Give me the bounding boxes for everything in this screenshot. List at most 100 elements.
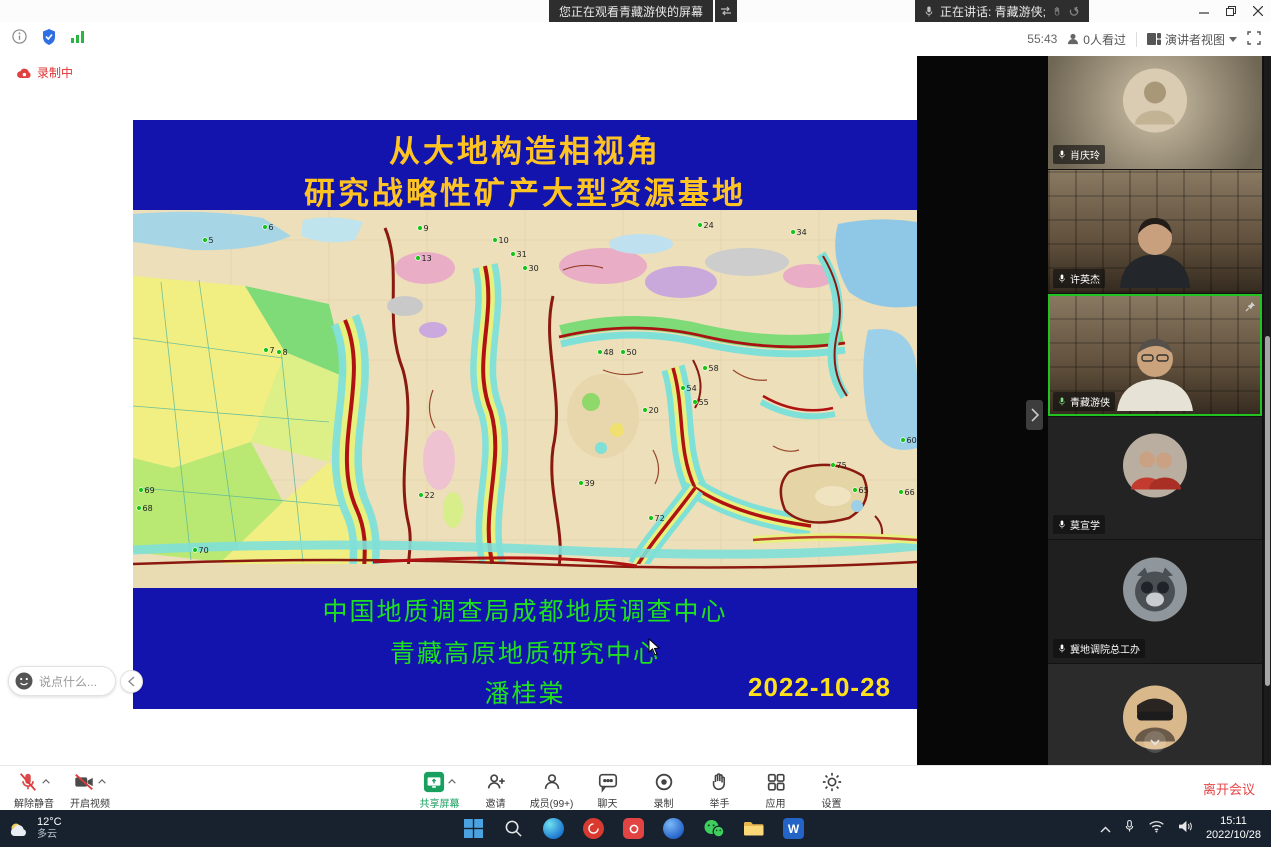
edge-browser-icon[interactable] (542, 817, 565, 840)
recording-cloud-icon (16, 67, 32, 79)
svg-text:69: 69 (145, 486, 155, 495)
chevron-down-icon (1229, 37, 1237, 42)
start-button[interactable] (462, 817, 485, 840)
participant-tile[interactable]: 肖庆玲 (1048, 56, 1262, 169)
taskbar-weather[interactable]: 12°C 多云 (8, 810, 62, 847)
unmute-label: 解除静音 (14, 795, 54, 810)
mic-icon (1058, 643, 1066, 654)
participant-video-figure (1100, 210, 1210, 293)
security-shield-icon[interactable] (42, 29, 56, 50)
participant-name-badge: 肖庆玲 (1053, 145, 1105, 164)
invite-button[interactable]: 邀请 (468, 769, 524, 810)
participant-tile-speaking[interactable]: 青藏游侠 (1048, 294, 1262, 416)
blue-app-icon[interactable] (662, 817, 685, 840)
emoji-icon (15, 672, 33, 690)
switch-screen-icon[interactable] (715, 0, 737, 22)
weather-desc: 多云 (37, 829, 62, 841)
slide-title-line2: 研究战略性矿产大型资源基地 (133, 168, 917, 213)
red-app-icon[interactable] (622, 817, 645, 840)
close-button[interactable] (1244, 0, 1271, 22)
svg-text:20: 20 (649, 406, 659, 415)
mic-icon (1058, 273, 1066, 284)
shared-screen-area: 录制中 从大地构造相视角 研究战略性矿产大型资源基地 (0, 56, 1048, 765)
info-icon[interactable] (12, 29, 27, 49)
participant-tile[interactable]: 莫宣学 (1048, 417, 1262, 539)
clock-date: 2022/10/28 (1206, 829, 1261, 843)
record-button[interactable]: 录制 (636, 769, 692, 810)
network-signal-icon[interactable] (71, 30, 85, 48)
svg-text:48: 48 (604, 348, 614, 357)
raise-hand-label: 举手 (710, 795, 730, 810)
participant-name: 许英杰 (1070, 271, 1100, 286)
view-mode-selector[interactable]: 演讲者视图 (1147, 31, 1237, 48)
leave-meeting-button[interactable]: 离开会议 (1203, 766, 1255, 811)
share-screen-button[interactable]: 共享屏幕 (412, 769, 468, 810)
taskbar-clock[interactable]: 15:11 2022/10/28 (1206, 815, 1261, 843)
tray-wifi-icon[interactable] (1148, 819, 1165, 838)
gear-icon (821, 771, 843, 793)
viewers-count-label: 0人看过 (1083, 31, 1126, 48)
svg-text:65: 65 (859, 486, 869, 495)
settings-button[interactable]: 设置 (804, 769, 860, 810)
scroll-more-button[interactable] (1144, 731, 1166, 753)
chat-collapse-button[interactable] (120, 670, 143, 693)
world-tectonic-map: 5691024341331307848505854552039226968707… (133, 210, 917, 588)
netease-music-icon[interactable] (582, 817, 605, 840)
pin-icon[interactable] (1245, 299, 1256, 317)
restore-button[interactable] (1217, 0, 1244, 22)
svg-text:24: 24 (704, 221, 714, 230)
svg-text:75: 75 (837, 461, 847, 470)
person-icon (1067, 33, 1079, 45)
file-explorer-icon[interactable] (742, 817, 765, 840)
participant-tile[interactable]: 许英杰 (1048, 170, 1262, 293)
svg-text:68: 68 (143, 504, 153, 513)
tray-expand-icon[interactable] (1100, 820, 1111, 838)
unmute-button[interactable]: 解除静音 (6, 769, 62, 810)
invite-icon (485, 771, 507, 793)
share-options-caret[interactable] (447, 778, 457, 785)
word-icon[interactable]: W (782, 817, 805, 840)
meeting-window: 您正在观看青藏游侠的屏幕 正在讲话: 青藏游侠; (0, 0, 1271, 847)
avatar (1123, 557, 1187, 626)
invite-label: 邀请 (486, 795, 506, 810)
view-mode-label: 演讲者视图 (1165, 31, 1225, 48)
recording-indicator: 录制中 (16, 64, 73, 81)
chat-input[interactable]: 说点什么... (8, 666, 116, 696)
minimize-button[interactable] (1190, 0, 1217, 22)
tray-mic-icon[interactable] (1124, 819, 1135, 838)
mic-options-caret[interactable] (41, 778, 51, 785)
tray-volume-icon[interactable] (1178, 820, 1193, 838)
undo-icon[interactable] (1069, 6, 1080, 17)
raise-hand-button[interactable]: 举手 (692, 769, 748, 810)
presentation-slide: 从大地构造相视角 研究战略性矿产大型资源基地 (133, 120, 917, 709)
svg-text:31: 31 (517, 250, 527, 259)
fullscreen-icon[interactable] (1247, 31, 1261, 48)
sidebar-scrollbar[interactable] (1264, 56, 1271, 765)
members-button[interactable]: 成员(99+) (524, 769, 580, 810)
svg-text:72: 72 (655, 514, 665, 523)
participant-tile[interactable]: 冀地调院总工办 (1048, 540, 1262, 663)
apps-label: 应用 (766, 795, 786, 810)
meeting-timer: 55:43 (1027, 32, 1057, 46)
speaking-banner: 正在讲话: 青藏游侠; (915, 0, 1089, 22)
viewers-count[interactable]: 0人看过 (1067, 31, 1126, 48)
apps-button[interactable]: 应用 (748, 769, 804, 810)
participant-name-badge: 莫宣学 (1053, 515, 1105, 534)
wechat-icon[interactable] (702, 817, 725, 840)
window-controls (1190, 0, 1271, 22)
start-video-button[interactable]: 开启视频 (62, 769, 118, 810)
speaker-view-icon (1147, 33, 1161, 45)
windows-taskbar: 12°C 多云 W (0, 810, 1271, 847)
participants-panel: 肖庆玲 许英杰 青藏游侠 (1048, 56, 1271, 765)
video-options-caret[interactable] (97, 778, 107, 785)
watching-banner-text: 您正在观看青藏游侠的屏幕 (559, 3, 703, 20)
titlebar: 您正在观看青藏游侠的屏幕 正在讲话: 青藏游侠; (0, 0, 1271, 23)
reaction-hand-icon[interactable] (1052, 6, 1063, 17)
search-icon[interactable] (502, 817, 525, 840)
next-slide-button[interactable] (1026, 400, 1043, 430)
scrollbar-thumb[interactable] (1265, 336, 1270, 686)
avatar (1123, 434, 1187, 503)
participant-name-badge: 青藏游侠 (1053, 392, 1115, 411)
slide-org-line2: 青藏高原地质研究中心 (133, 634, 917, 670)
chat-button[interactable]: 聊天 (580, 769, 636, 810)
